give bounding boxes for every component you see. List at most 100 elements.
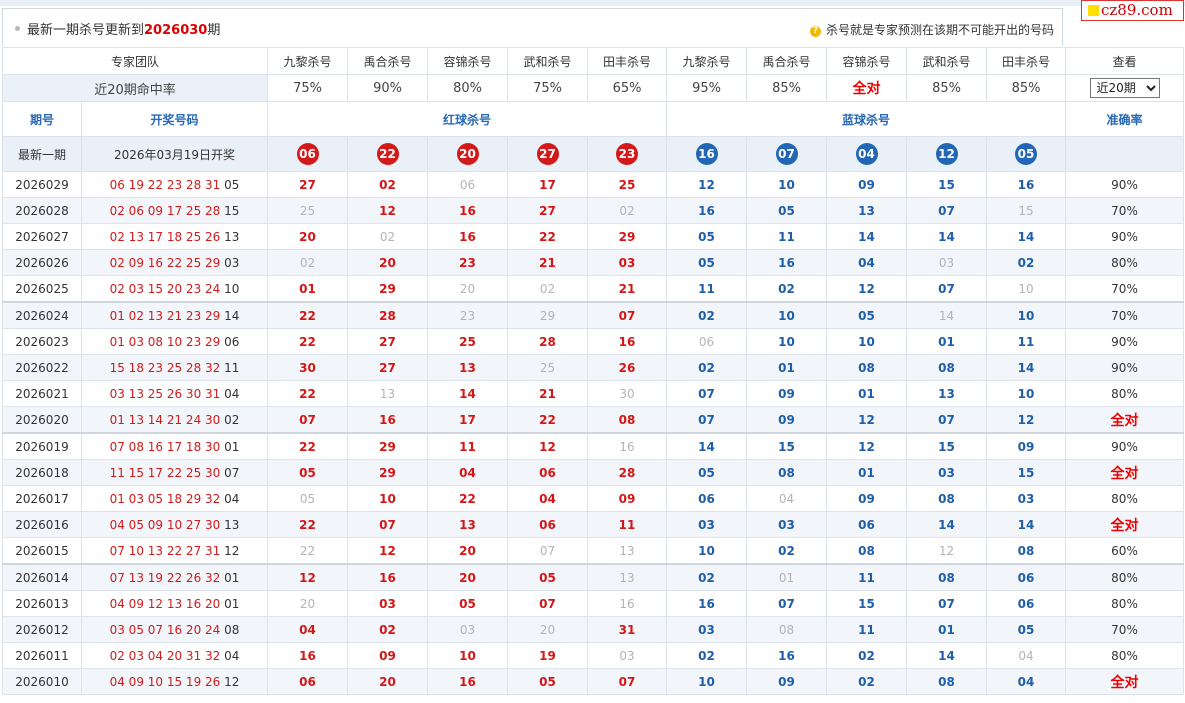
blue-ball-cell: 05: [986, 136, 1067, 172]
blue-kill-number: 11: [666, 275, 748, 303]
accuracy-value: 90%: [1065, 432, 1185, 460]
blue-ball-cell: 16: [666, 136, 748, 172]
draw-red-numbers: 02 13 17 18 25 26: [109, 229, 221, 244]
hit-rate: 95%: [666, 74, 748, 102]
red-ball: 06: [296, 143, 319, 165]
red-kill-number: 16: [587, 432, 668, 460]
top-strip: [0, 0, 1185, 6]
period-number: 2026027: [2, 223, 82, 250]
period-number: 2026017: [2, 485, 82, 512]
draw-numbers: 07 08 16 17 18 30 01: [80, 432, 269, 460]
red-kill-number: 23: [427, 249, 509, 276]
period-number: 2026021: [2, 380, 82, 407]
history-row: 2026023 01 03 08 10 23 29 06 22 27 25 28 16 06 1…: [2, 328, 1185, 355]
blue-kill-number: 11: [986, 328, 1067, 355]
blue-kill-number: 11: [826, 616, 908, 643]
blue-kill-number: 16: [986, 171, 1067, 198]
blue-kill-number: 02: [746, 537, 828, 565]
accuracy-value: 全对: [1065, 459, 1185, 486]
draw-numbers: 02 06 09 17 25 28 15: [80, 197, 269, 224]
blue-kill-number: 12: [826, 406, 908, 434]
history-row: 2026024 01 02 13 21 23 29 14 22 28 23 29 07 02 1…: [2, 301, 1185, 329]
site-logo[interactable]: cz89.com: [1081, 0, 1184, 21]
red-kill-number: 16: [267, 642, 349, 669]
history-row: 2026013 04 09 12 13 16 20 01 20 03 05 07 16 16 0…: [2, 590, 1185, 617]
draw-red-numbers: 02 03 15 20 23 24: [109, 281, 221, 296]
blue-kill-number: 02: [826, 668, 908, 695]
blue-kill-number: 01: [826, 459, 908, 486]
draw-blue-number: 08: [224, 622, 240, 637]
draw-red-numbers: 06 19 22 23 28 31: [109, 177, 221, 192]
red-kill-number: 22: [267, 432, 349, 460]
draw-red-numbers: 02 09 16 22 25 29: [109, 255, 221, 270]
red-kill-number: 16: [427, 223, 509, 250]
blue-kill-number: 04: [746, 485, 828, 512]
draw-blue-number: 10: [224, 281, 240, 296]
blue-kill-number: 13: [826, 197, 908, 224]
blue-kill-number: 15: [986, 197, 1067, 224]
red-kill-number: 17: [507, 171, 589, 198]
period-range-select[interactable]: 近20期: [1089, 78, 1160, 98]
blue-kill-number: 09: [746, 668, 828, 695]
blue-kill-number: 02: [986, 249, 1067, 276]
red-kill-number: 29: [347, 459, 429, 486]
draw-numbers: 02 13 17 18 25 26 13: [80, 223, 269, 250]
draw-red-numbers: 11 15 17 22 25 30: [109, 465, 221, 480]
blue-kill-number: 14: [906, 642, 988, 669]
red-kill-number: 11: [427, 432, 509, 460]
red-kill-number: 05: [507, 563, 589, 591]
period-number: 2026028: [2, 197, 82, 224]
draw-red-numbers: 07 08 16 17 18 30: [109, 439, 221, 454]
history-row: 2026016 04 05 09 10 27 30 13 22 07 13 06 11 03 0…: [2, 511, 1185, 538]
expert-team-label: 专家团队: [1, 47, 269, 75]
blue-kill-number: 07: [666, 406, 748, 434]
blue-kill-number: 02: [666, 642, 748, 669]
hit-rate: 80%: [427, 74, 509, 102]
red-kill-number: 28: [587, 459, 668, 486]
history-row: 2026026 02 09 16 22 25 29 03 02 20 23 21 03 05 1…: [2, 249, 1185, 276]
red-kill-number: 20: [267, 223, 349, 250]
red-kill-number: 02: [347, 616, 429, 643]
draw-blue-number: 01: [224, 596, 240, 611]
red-kill-number: 12: [507, 432, 589, 460]
red-kill-number: 04: [427, 459, 509, 486]
red-kill-number: 08: [587, 406, 668, 434]
blue-kill-number: 05: [826, 301, 908, 329]
update-header: 最新一期杀号更新到2026030期 ? 杀号就是专家预测在该期不可能开出的号码: [2, 8, 1063, 46]
red-kill-number: 10: [347, 485, 429, 512]
draw-numbers: 03 05 07 16 20 24 08: [80, 616, 269, 643]
blue-kill-number: 07: [746, 590, 828, 617]
red-kill-number: 20: [427, 275, 509, 303]
red-kill-number: 21: [507, 380, 589, 407]
red-kill-number: 30: [267, 354, 349, 381]
red-kill-number: 22: [267, 380, 349, 407]
draw-blue-number: 04: [224, 491, 240, 506]
blue-kill-number: 12: [826, 275, 908, 303]
red-kill-number: 03: [427, 616, 509, 643]
expert-name: 武和杀号: [507, 47, 589, 75]
hit-rate: 全对: [826, 74, 908, 102]
red-kill-number: 13: [427, 354, 509, 381]
blue-kill-number: 14: [826, 223, 908, 250]
expert-name: 九黎杀号: [267, 47, 349, 75]
red-kill-number: 07: [587, 668, 668, 695]
draw-blue-number: 03: [224, 255, 240, 270]
red-kill-number: 03: [587, 249, 668, 276]
latest-label: 最新一期: [2, 136, 82, 172]
accuracy-value: 70%: [1065, 275, 1185, 303]
blue-kill-number: 07: [906, 275, 988, 303]
blue-ball: 04: [855, 143, 878, 165]
blue-kill-number: 05: [666, 249, 748, 276]
update-title: 最新一期杀号更新到2026030期: [27, 23, 221, 38]
draw-numbers: 01 03 05 18 29 32 04: [80, 485, 269, 512]
kill-number-table: 专家团队 九黎杀号 禹合杀号 容锦杀号 武和杀号 田丰杀号 九黎杀号 禹合杀号 …: [1, 47, 1185, 695]
period-number: 2026014: [2, 563, 82, 591]
blue-kill-number: 09: [986, 432, 1067, 460]
red-kill-number: 25: [507, 354, 589, 381]
column-header-row: 期号 开奖号码 红球杀号 蓝球杀号 准确率: [2, 101, 1185, 137]
red-kill-number: 20: [347, 249, 429, 276]
blue-kill-number: 10: [826, 328, 908, 355]
red-kill-number: 21: [587, 275, 668, 303]
blue-ball: 12: [935, 143, 958, 165]
accuracy-value: 90%: [1065, 354, 1185, 381]
